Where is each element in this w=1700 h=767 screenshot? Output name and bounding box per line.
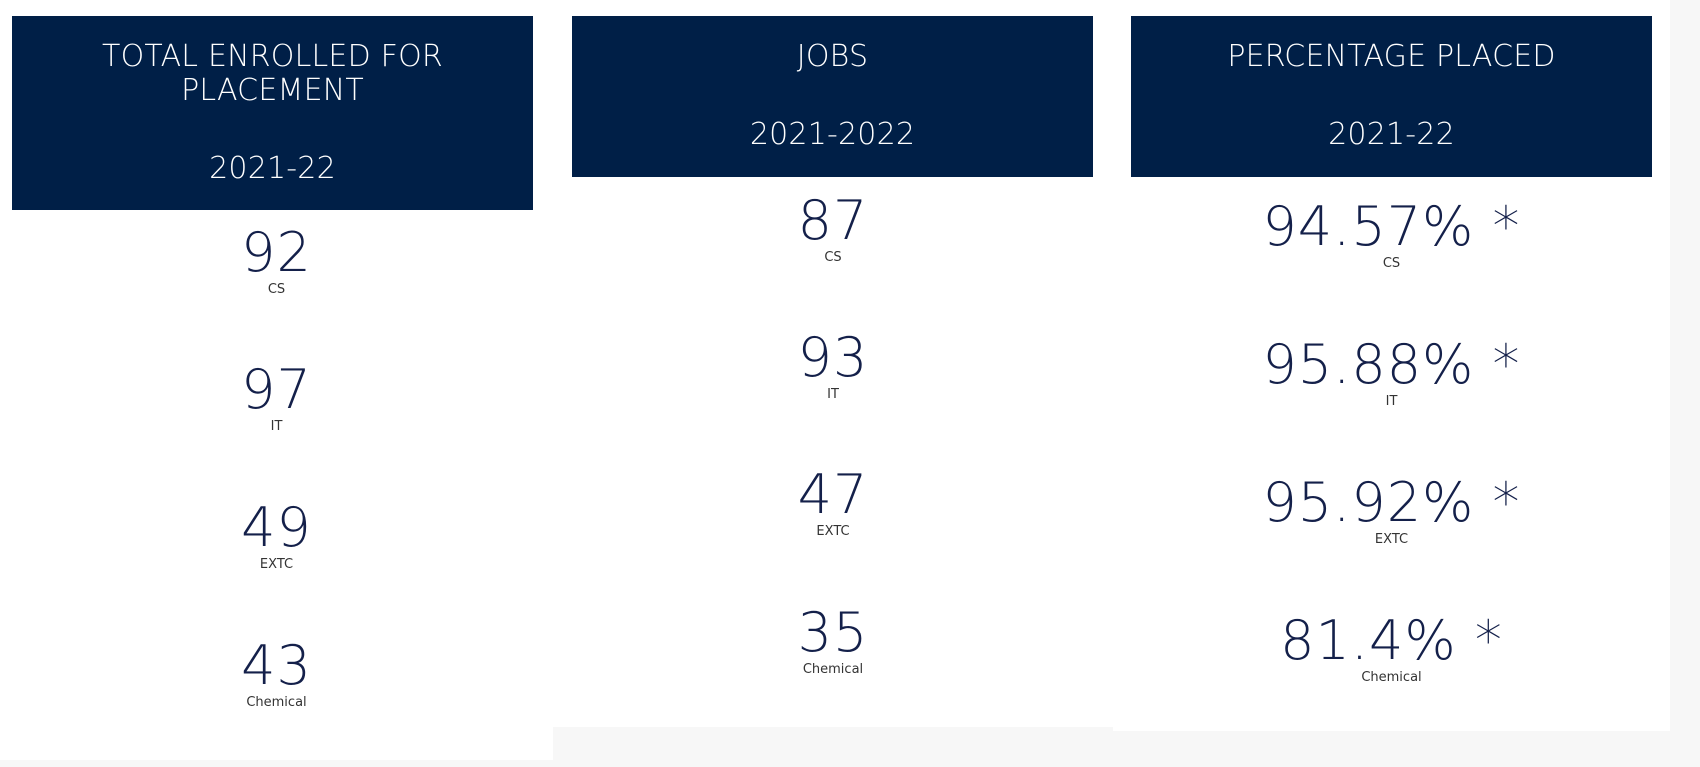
enrolled-title: TOTAL ENROLLED FOR PLACEMENT: [102, 39, 443, 108]
stat-label: CS: [1382, 256, 1401, 271]
stat-value: 93: [797, 326, 869, 389]
enrolled-stat-chemical: 43 Chemical: [0, 637, 553, 711]
stat-label: CS: [267, 282, 286, 297]
jobs-header: JOBS 2021-2022: [572, 16, 1093, 177]
percentage-stat-it: 95.88% * IT: [1113, 336, 1670, 410]
jobs-panel: JOBS 2021-2022 87 CS 93 IT 47 EXTC 35 Ch…: [553, 0, 1113, 727]
stat-value: 94.57% *: [1262, 195, 1521, 258]
stat-label: EXTC: [1374, 532, 1409, 547]
stat-value: 92: [241, 221, 312, 284]
enrolled-panel: TOTAL ENROLLED FOR PLACEMENT 2021-22 92 …: [0, 0, 553, 760]
enrolled-stat-it: 97 IT: [0, 361, 553, 435]
jobs-stat-chemical: 35 Chemical: [553, 604, 1113, 678]
stat-label: EXTC: [816, 524, 850, 539]
stat-label: EXTC: [259, 557, 294, 572]
stat-label: IT: [827, 387, 839, 402]
jobs-year: 2021-2022: [749, 117, 916, 152]
jobs-stat-it: 93 IT: [553, 329, 1113, 403]
jobs-stat-extc: 47 EXTC: [553, 466, 1113, 540]
stat-label: Chemical: [802, 662, 864, 677]
percentage-year: 2021-22: [1328, 117, 1455, 152]
stat-label: IT: [1385, 394, 1398, 409]
jobs-stat-cs: 87 CS: [553, 192, 1113, 266]
jobs-title: JOBS: [796, 39, 869, 74]
percentage-header: PERCENTAGE PLACED 2021-22: [1131, 16, 1652, 177]
enrolled-stat-extc: 49 EXTC: [0, 499, 553, 573]
stat-value: 81.4% *: [1280, 609, 1503, 672]
stat-value: 35: [797, 601, 869, 664]
percentage-panel: PERCENTAGE PLACED 2021-22 94.57% * CS 95…: [1113, 0, 1670, 731]
stat-value: 87: [797, 189, 869, 252]
enrolled-year: 2021-22: [209, 151, 336, 186]
stat-value: 47: [797, 463, 869, 526]
stat-value: 49: [241, 496, 312, 559]
stat-value: 43: [241, 634, 312, 697]
percentage-title: PERCENTAGE PLACED: [1227, 39, 1556, 74]
stat-label: Chemical: [1361, 670, 1422, 685]
percentage-stat-extc: 95.92% * EXTC: [1113, 474, 1670, 548]
percentage-stat-cs: 94.57% * CS: [1113, 198, 1670, 272]
stat-value: 95.88% *: [1262, 333, 1521, 396]
stat-value: 97: [241, 358, 312, 421]
enrolled-header: TOTAL ENROLLED FOR PLACEMENT 2021-22: [12, 16, 533, 210]
stat-value: 95.92% *: [1262, 471, 1521, 534]
percentage-stat-chemical: 81.4% * Chemical: [1113, 612, 1670, 686]
stat-label: IT: [270, 419, 283, 434]
stat-label: Chemical: [246, 695, 307, 710]
stat-label: CS: [824, 250, 842, 265]
enrolled-stat-cs: 92 CS: [0, 224, 553, 298]
